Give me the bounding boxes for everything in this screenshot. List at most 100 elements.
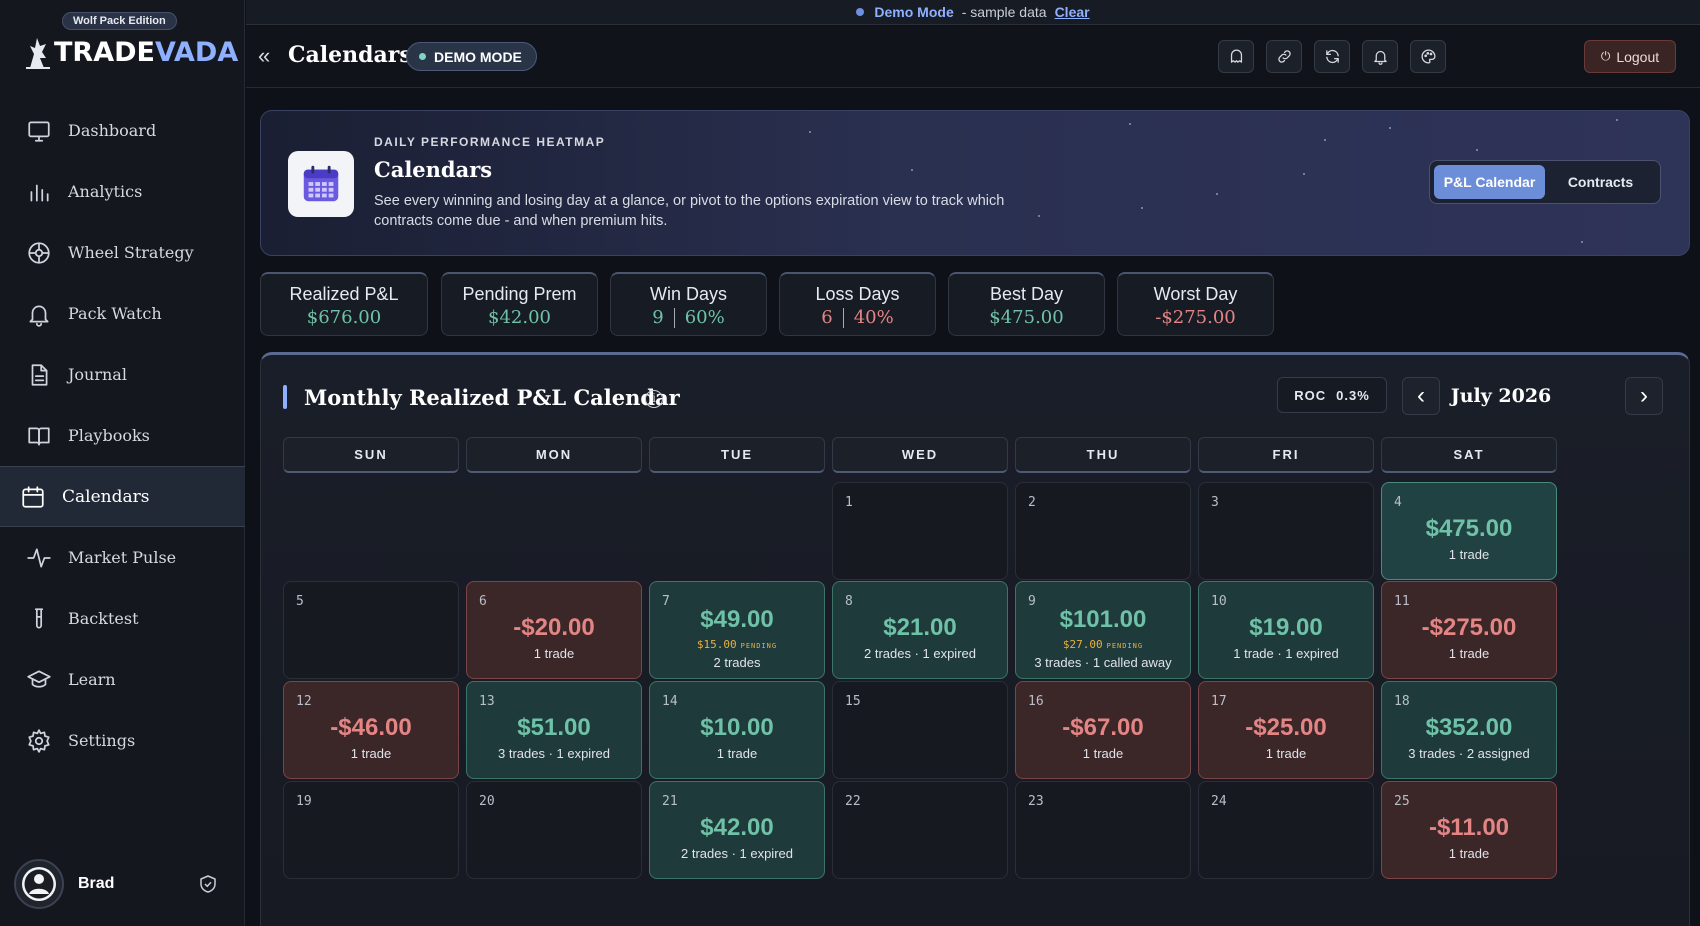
calendar-day[interactable]: 10 $19.00 1 trade · 1 expired xyxy=(1198,581,1374,679)
day-trade-summary: 2 trades · 1 expired xyxy=(863,646,976,661)
day-number: 23 xyxy=(1028,794,1044,809)
day-pl-amount: $19.00 xyxy=(1249,614,1323,641)
sidebar-item-playbooks[interactable]: Playbooks xyxy=(0,405,245,466)
calendar-day[interactable]: 3 xyxy=(1198,482,1374,580)
logo[interactable]: Wolf Pack Edition TRADEVADA xyxy=(24,12,238,72)
tab-contracts[interactable]: Contracts xyxy=(1545,165,1656,199)
stat-win-days: Win Days 9 60% xyxy=(610,272,767,336)
day-number: 1 xyxy=(845,495,853,510)
day-pl-amount: $10.00 xyxy=(700,714,774,741)
day-trade-summary: 1 trade xyxy=(350,746,392,761)
bell-icon xyxy=(1373,50,1387,65)
status-dot-icon xyxy=(419,53,426,60)
logout-button[interactable]: ⏻ Logout xyxy=(1584,40,1676,73)
day-number: 13 xyxy=(479,694,495,709)
sidebar-item-label: Learn xyxy=(68,670,116,689)
day-trade-summary: 1 trade xyxy=(1265,746,1307,761)
calendar-day[interactable]: 22 xyxy=(832,781,1008,879)
gear-icon xyxy=(28,728,50,753)
next-month-button[interactable]: › xyxy=(1625,377,1663,415)
wheel-icon xyxy=(28,241,50,264)
day-number: 17 xyxy=(1211,694,1227,709)
link-button[interactable] xyxy=(1266,40,1302,73)
sidebar-item-dashboard[interactable]: Dashboard xyxy=(0,100,245,161)
link-icon xyxy=(1277,50,1291,63)
calendar-day[interactable]: 12 -$46.00 1 trade xyxy=(283,681,459,779)
sidebar-item-market-pulse[interactable]: Market Pulse xyxy=(0,527,245,588)
chevron-right-icon: › xyxy=(1640,382,1648,409)
day-number: 2 xyxy=(1028,495,1036,510)
avatar[interactable] xyxy=(14,859,64,909)
accent-bar xyxy=(283,385,287,409)
calendar-day[interactable]: 25 -$11.00 1 trade xyxy=(1381,781,1557,879)
sidebar-item-label: Playbooks xyxy=(68,426,150,445)
page-title: Calendars xyxy=(288,42,412,68)
day-number: 24 xyxy=(1211,794,1227,809)
ghost-button[interactable] xyxy=(1218,40,1254,73)
calendar-day[interactable]: 23 xyxy=(1015,781,1191,879)
clear-demo-link[interactable]: Clear xyxy=(1055,4,1090,20)
calendar-day[interactable]: 17 -$25.00 1 trade xyxy=(1198,681,1374,779)
day-pl-amount: $51.00 xyxy=(517,714,591,741)
calendar-day[interactable]: 5 xyxy=(283,581,459,679)
calendar-day[interactable]: 24 xyxy=(1198,781,1374,879)
sidebar-item-journal[interactable]: Journal xyxy=(0,344,245,405)
sidebar-item-calendars[interactable]: Calendars xyxy=(0,466,245,527)
hero-title: Calendars xyxy=(374,157,493,182)
weekday-header: TUE xyxy=(649,437,825,473)
sidebar-item-backtest[interactable]: Backtest xyxy=(0,588,245,649)
day-number: 16 xyxy=(1028,694,1044,709)
refresh-button[interactable] xyxy=(1314,40,1350,73)
day-trade-summary: 1 trade xyxy=(1448,846,1490,861)
calendar-day[interactable]: 8 $21.00 2 trades · 1 expired xyxy=(832,581,1008,679)
stat-worst-day: Worst Day -$275.00 xyxy=(1117,272,1274,336)
calendar-day[interactable]: 7 $49.00 $15.00 PENDING 2 trades xyxy=(649,581,825,679)
day-number: 20 xyxy=(479,794,495,809)
user-icon xyxy=(22,867,56,901)
demo-mode-pill: DEMO MODE xyxy=(406,42,537,71)
info-icon[interactable]: i xyxy=(645,390,663,408)
calendar-day[interactable]: 9 $101.00 $27.00 PENDING 3 trades · 1 called… xyxy=(1015,581,1191,679)
calendar-title: Monthly Realized P&L Calendar xyxy=(304,385,680,410)
prev-month-button[interactable]: ‹ xyxy=(1402,377,1440,415)
user-profile[interactable]: Brad xyxy=(14,858,224,910)
month-label: July 2026 xyxy=(1450,385,1552,407)
edition-badge: Wolf Pack Edition xyxy=(62,12,177,30)
calendar-day[interactable]: 4 $475.00 1 trade xyxy=(1381,482,1557,580)
sidebar-item-label: Dashboard xyxy=(68,121,157,140)
theme-button[interactable] xyxy=(1410,40,1446,73)
sidebar-item-wheel-strategy[interactable]: Wheel Strategy xyxy=(0,222,245,283)
demo-mode-banner: Demo Mode - sample data Clear xyxy=(246,0,1700,25)
day-number: 10 xyxy=(1211,594,1227,609)
day-pl-amount: $101.00 xyxy=(1059,606,1147,633)
calendar-day[interactable]: 11 -$275.00 1 trade xyxy=(1381,581,1557,679)
day-pl-amount: $352.00 xyxy=(1425,714,1513,741)
calendar-day[interactable]: 13 $51.00 3 trades · 1 expired xyxy=(466,681,642,779)
calendar-day[interactable]: 20 xyxy=(466,781,642,879)
sidebar-item-settings[interactable]: Settings xyxy=(0,710,245,771)
sidebar-item-pack-watch[interactable]: Pack Watch xyxy=(0,283,245,344)
stat-best-day: Best Day $475.00 xyxy=(948,272,1105,336)
calendar-day[interactable]: 2 xyxy=(1015,482,1191,580)
sidebar-item-learn[interactable]: Learn xyxy=(0,649,245,710)
calendar-day[interactable]: 21 $42.00 2 trades · 1 expired xyxy=(649,781,825,879)
day-number: 18 xyxy=(1394,694,1410,709)
user-name: Brad xyxy=(78,875,115,892)
calendar-day[interactable]: 14 $10.00 1 trade xyxy=(649,681,825,779)
calendar-day[interactable]: 19 xyxy=(283,781,459,879)
sidebar-item-analytics[interactable]: Analytics xyxy=(0,161,245,222)
graduation-cap-icon xyxy=(27,669,51,688)
calendar-day[interactable]: 15 xyxy=(832,681,1008,779)
calendar-day[interactable]: 6 -$20.00 1 trade xyxy=(466,581,642,679)
notifications-button[interactable] xyxy=(1362,40,1398,73)
collapse-sidebar-icon[interactable]: « xyxy=(258,44,282,68)
wolf-logo-icon xyxy=(26,38,50,69)
brand-wordmark: TRADEVADA xyxy=(54,36,239,68)
day-number: 21 xyxy=(662,794,678,809)
calendar-day[interactable]: 1 xyxy=(832,482,1008,580)
tab-pl-calendar[interactable]: P&L Calendar xyxy=(1434,165,1545,199)
calendar-day[interactable]: 16 -$67.00 1 trade xyxy=(1015,681,1191,779)
day-trade-summary: 2 trades xyxy=(713,655,761,670)
calendar-day[interactable]: 18 $352.00 3 trades · 2 assigned xyxy=(1381,681,1557,779)
shield-check-icon[interactable] xyxy=(198,874,218,894)
